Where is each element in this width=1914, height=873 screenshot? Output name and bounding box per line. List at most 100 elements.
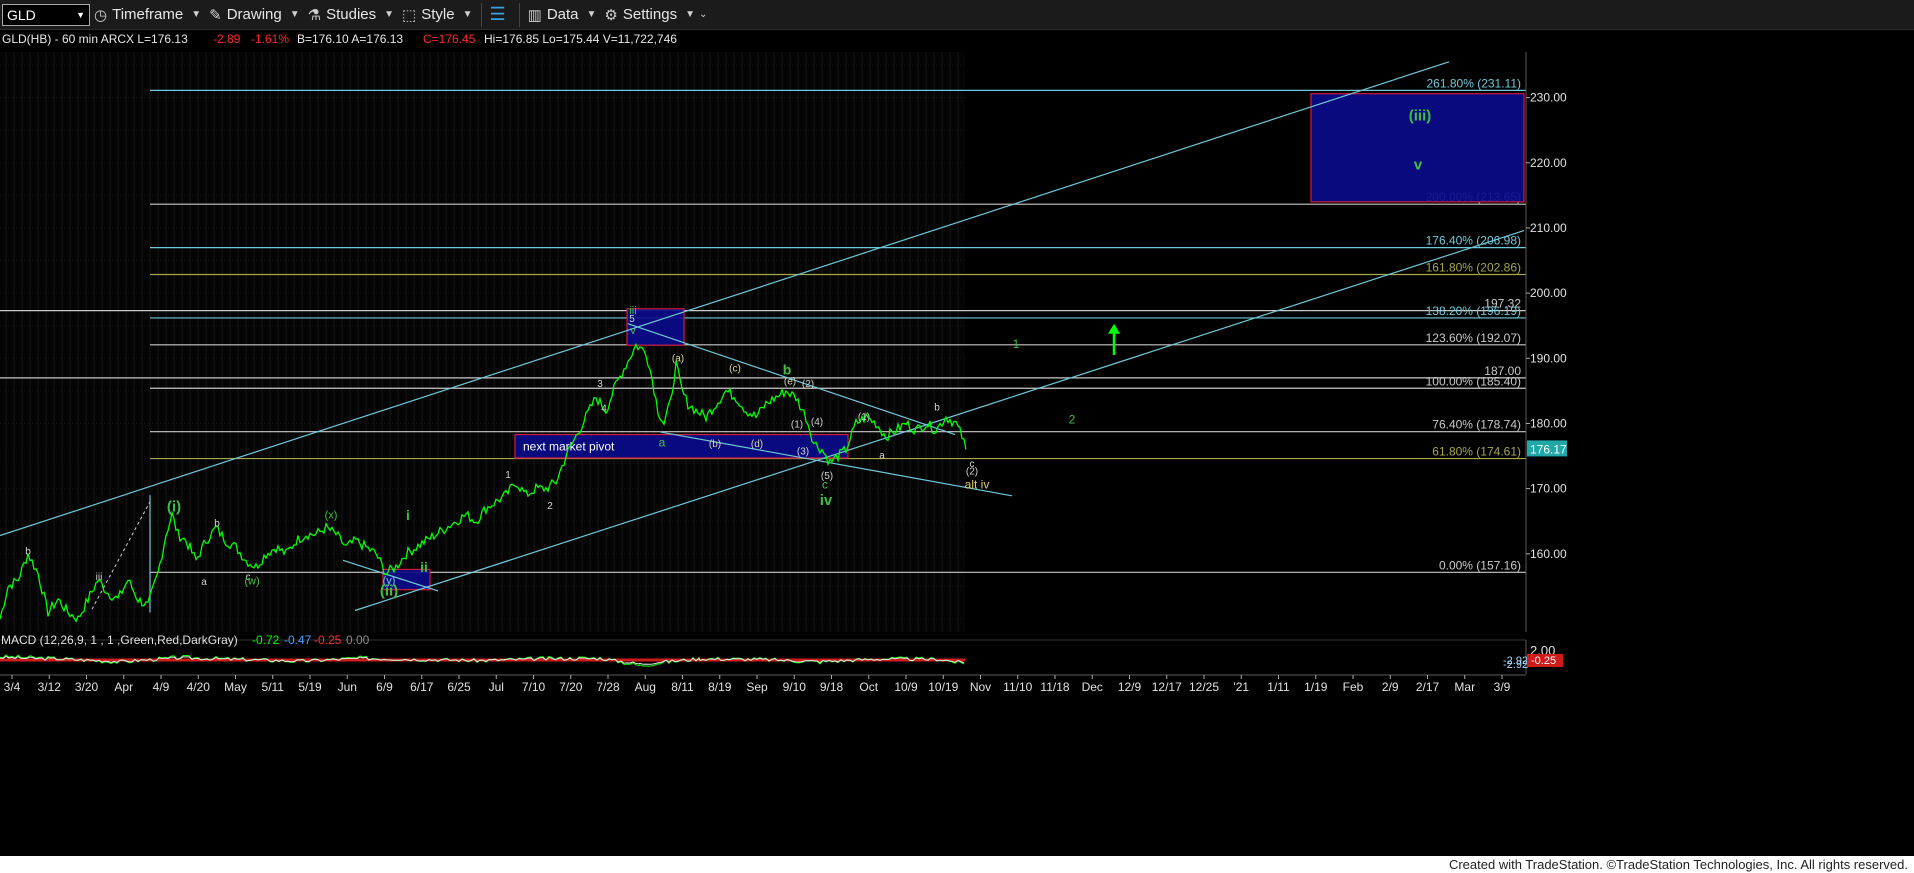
time-tick-label: 3/12 [38, 680, 62, 694]
chart-header-change: -2.89 [213, 32, 241, 46]
layout-button[interactable]: ☰ [486, 0, 515, 30]
time-tick-label: 9/10 [783, 680, 807, 694]
layout-icon: ☰ [489, 4, 506, 24]
time-tick-label: Nov [970, 680, 991, 694]
wave-label: (x) [325, 510, 338, 522]
chart-header-pct: -1.61% [251, 32, 289, 46]
time-tick-label: 6/9 [376, 680, 393, 694]
timeframe-button[interactable]: ◷ Timeframe ▼ [90, 0, 205, 30]
wave-label: 3 [597, 379, 603, 390]
time-tick-label: 11/18 [1040, 680, 1069, 694]
time-tick-label: 1/19 [1304, 680, 1328, 694]
studies-button[interactable]: ⚗ Studies ▼ [304, 0, 398, 30]
timeframe-label: Timeframe [112, 6, 184, 23]
style-label: Style [421, 6, 455, 23]
wave-label: b [783, 362, 792, 378]
clock-icon: ◷ [94, 6, 108, 24]
up-arrow-head-icon [1108, 323, 1120, 334]
chart-header-title: GLD(HB) - 60 min ARCX L=176.13 [2, 32, 188, 46]
wave-label: (w) [244, 575, 259, 587]
wave-label: 2 [1069, 412, 1076, 426]
wave-label: c [822, 478, 828, 492]
time-tick-label: 8/19 [708, 680, 732, 694]
wave-label: 2 [547, 501, 553, 512]
time-tick-label: 3/4 [4, 680, 21, 694]
time-tick-label: Dec [1082, 680, 1103, 694]
settings-label: Settings [622, 6, 678, 23]
chart-area[interactable]: 261.80% (231.11)200.00% (213.65)176.40% … [0, 30, 1914, 856]
wave-label: ii [420, 559, 428, 575]
time-tick-label: 4/20 [187, 680, 211, 694]
macd-value-4: 0.00 [346, 633, 370, 647]
wave-label: 1 [1013, 337, 1020, 351]
time-tick-label: 10/9 [894, 680, 918, 694]
footer-copyright: Created with TradeStation. ©TradeStation… [0, 856, 1914, 873]
time-tick-label: 12/17 [1152, 680, 1182, 694]
data-button[interactable]: ▥ Data ▼ [524, 0, 601, 30]
wave-label: i [406, 507, 410, 523]
time-tick-label: 3/9 [1494, 680, 1511, 694]
time-tick-label: 6/25 [447, 680, 471, 694]
wave-label: (b) [709, 439, 721, 450]
time-tick-label: 10/19 [928, 680, 958, 694]
bar-chart-icon: ▥ [527, 6, 542, 24]
last-price-badge-text: 176.17 [1530, 442, 1567, 456]
flask-icon: ⚗ [307, 6, 322, 24]
wave-label: v [630, 325, 636, 337]
macd-value-2: -0.47 [284, 633, 312, 647]
time-tick-label: 12/9 [1118, 680, 1142, 694]
time-tick-label: 3/20 [75, 680, 99, 694]
wave-label: (i) [167, 498, 181, 515]
caret-down-icon: ▼ [462, 9, 473, 20]
caret-down-icon: ▼ [586, 9, 597, 20]
time-tick-label: 5/11 [262, 680, 285, 694]
wave-label: v [1414, 156, 1423, 173]
wave-label: (e) [784, 376, 796, 387]
wave-label: (3) [797, 447, 809, 458]
wave-label: a [659, 435, 666, 449]
wave-label: (c) [729, 363, 741, 374]
price-tick-label: 180.00 [1530, 416, 1567, 430]
time-tick-label: 6/17 [410, 680, 434, 694]
style-button[interactable]: ⬚ Style ▼ [398, 0, 476, 30]
time-tick-label: Mar [1454, 680, 1475, 694]
symbol-selector[interactable]: GLD ▼ [2, 3, 90, 26]
fib-level-label: 100.00% (185.40) [1426, 374, 1521, 388]
wave-label: (1) [791, 419, 803, 430]
time-tick-label: 4/9 [153, 680, 170, 694]
time-axis: 3/4 3/12 3/20 Apr 4/9 4/20 May 5/11 5/19 Jun 6/9 6/… [0, 674, 1526, 694]
wave-label: a [201, 577, 207, 588]
fib-level-label: 61.80% (174.61) [1432, 445, 1521, 459]
time-tick-label: Jun [338, 680, 357, 694]
pencil-icon: ✎ [209, 6, 222, 24]
toolbar-divider [518, 2, 520, 27]
wave-label: alt iv [965, 478, 990, 492]
wave-label: 5 [629, 314, 635, 325]
time-tick-label: Oct [859, 680, 878, 694]
data-label: Data [546, 6, 579, 23]
caret-down-icon: ▼ [685, 9, 695, 20]
price-tick-label: 190.00 [1530, 351, 1567, 365]
price-tick-label: 230.00 [1530, 91, 1567, 105]
fib-level-label: 0.00% (157.16) [1439, 558, 1521, 572]
time-tick-label: May [224, 680, 247, 694]
price-tick-label: 170.00 [1530, 482, 1567, 496]
wave-label: (2) [802, 379, 814, 390]
settings-button[interactable]: ⚙ Settings ▼ ⌄ [600, 0, 711, 30]
price-tick-label: 210.00 [1530, 221, 1567, 235]
drawing-button[interactable]: ✎ Drawing ▼ [205, 0, 304, 30]
time-tick-label: Apr [114, 680, 133, 694]
price-tick-label: 220.00 [1530, 156, 1567, 170]
wave-label: 4 [601, 404, 607, 415]
wave-label: (2) [966, 466, 978, 477]
fib-level-label: 261.80% (231.11) [1426, 76, 1521, 90]
macd-value-1: -0.72 [252, 633, 280, 647]
chart-background [0, 52, 965, 632]
macd-label: MACD (12,26,9, 1 , 1 ,Green,Red,DarkGray… [1, 633, 238, 647]
caret-down-icon: ▼ [191, 9, 202, 20]
price-chart[interactable]: 261.80% (231.11)200.00% (213.65)176.40% … [0, 30, 1914, 856]
wave-label: (d) [751, 439, 763, 450]
time-tick-label: 11/10 [1003, 680, 1032, 694]
wave-label: iii [96, 572, 103, 583]
time-tick-label: Sep [746, 680, 768, 694]
